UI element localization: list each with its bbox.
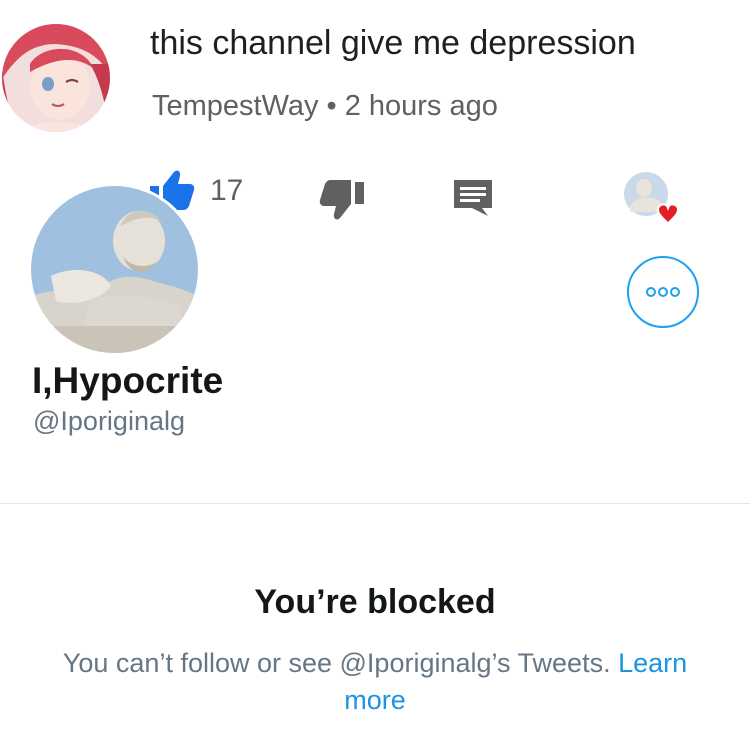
reply-button[interactable]	[452, 178, 494, 218]
blocked-title: You’re blocked	[254, 583, 496, 621]
thumbs-down-icon	[319, 180, 364, 220]
creator-heart	[622, 170, 682, 230]
comment-time: 2 hours ago	[344, 90, 498, 122]
creator-heart-icon	[624, 172, 680, 225]
comment-text: this channel give me depression	[150, 24, 636, 62]
display-name: I,Hypocrite	[32, 360, 224, 401]
profile-handle: @Iporiginalg	[33, 406, 185, 436]
like-count: 17	[210, 174, 244, 207]
meta-separator: •	[326, 90, 337, 122]
more-options-button[interactable]	[627, 256, 699, 328]
comment-author[interactable]: TempestWay	[152, 90, 319, 122]
blocked-message: You can’t follow or see @Iporiginalg’s T…	[30, 645, 720, 719]
section-divider	[0, 503, 750, 504]
dislike-button[interactable]	[318, 178, 366, 222]
comment-meta: TempestWay • 2 hours ago	[152, 90, 498, 123]
profile-avatar[interactable]	[28, 183, 201, 356]
anime-avatar-icon	[2, 24, 110, 132]
statue-avatar-icon	[31, 186, 198, 353]
commenter-avatar[interactable]	[2, 24, 110, 132]
reply-icon	[454, 180, 492, 216]
more-options-icon	[646, 287, 680, 297]
blocked-message-text: You can’t follow or see @Iporiginalg’s T…	[62, 648, 611, 678]
